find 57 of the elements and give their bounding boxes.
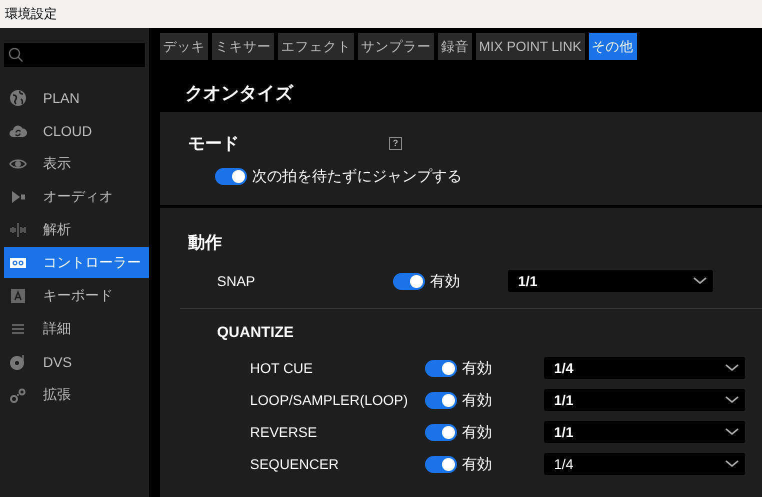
keyboard-key-icon [9, 286, 27, 304]
toggle-label: 有効 [462, 422, 492, 442]
toggle-switch[interactable] [393, 272, 425, 290]
subsection-title: QUANTIZE [216, 323, 295, 343]
tab[interactable]: デッキ [160, 33, 208, 60]
section-title: クオンタイズ [184, 82, 295, 105]
sidebar-item[interactable]: 表示 [0, 148, 149, 179]
sidebar-item[interactable]: DVS [0, 346, 149, 377]
panel-title: 動作 [187, 232, 223, 254]
toggle-switch[interactable] [425, 424, 457, 440]
toggle-label: 有効 [462, 358, 492, 378]
tab[interactable]: ミキサー [212, 33, 274, 60]
globe-icon [9, 88, 27, 106]
chevron-down-icon [725, 396, 739, 404]
toggle-switch[interactable] [425, 456, 457, 472]
dropdown[interactable]: 1/1 [508, 270, 713, 292]
sidebar-item[interactable]: オーディオ [0, 181, 149, 212]
tab[interactable]: 録音 [438, 33, 472, 60]
tab[interactable]: その他 [588, 33, 637, 60]
sidebar-item[interactable]: キーボード [0, 280, 149, 311]
toggle-label: 有効 [462, 454, 492, 474]
dropdown[interactable]: 1/4 [544, 453, 745, 475]
panel-title: モード [188, 133, 239, 155]
toggle-label: 次の拍を待たずにジャンプする [252, 167, 462, 186]
sidebar-item[interactable]: 拡張 [0, 379, 149, 410]
setting-label: SEQUENCER [250, 456, 340, 472]
help-button[interactable]: ? [389, 137, 402, 150]
toggle-switch[interactable] [425, 360, 457, 376]
toggle-switch[interactable] [425, 392, 457, 408]
toggle-switch[interactable] [215, 168, 247, 185]
chevron-down-icon [693, 277, 707, 285]
setting-label: SNAP [217, 273, 256, 289]
waveform-icon [9, 220, 27, 238]
toggle-label: 有効 [430, 272, 460, 290]
chevron-down-icon [725, 364, 739, 372]
chevron-down-icon [725, 428, 739, 436]
dropdown[interactable]: 1/4 [544, 357, 745, 379]
sidebar-item[interactable]: CLOUD [0, 115, 149, 146]
setting-label: REVERSE [250, 424, 318, 440]
sidebar-item[interactable]: コントローラー [4, 247, 149, 278]
setting-label: HOT CUE [250, 360, 314, 376]
search-field[interactable] [4, 43, 145, 67]
gears-icon [9, 386, 27, 404]
dropdown[interactable]: 1/1 [544, 389, 745, 411]
toggle-label: 有効 [462, 390, 492, 410]
dropdown[interactable]: 1/1 [544, 421, 745, 443]
tab[interactable]: エフェクト [278, 33, 354, 60]
disc-icon [9, 352, 27, 370]
sidebar-item[interactable]: 解析 [0, 214, 149, 245]
sidebar-item[interactable]: 詳細 [0, 313, 149, 344]
chevron-down-icon [725, 460, 739, 468]
tab[interactable]: サンプラー [358, 33, 434, 60]
window-title: 環境設定 [5, 5, 57, 23]
tab[interactable]: MIX POINT LINK [476, 33, 585, 60]
sidebar-item[interactable]: PLAN [0, 82, 149, 113]
setting-label: LOOP/SAMPLER(LOOP) [250, 392, 409, 408]
search-icon [8, 47, 24, 63]
